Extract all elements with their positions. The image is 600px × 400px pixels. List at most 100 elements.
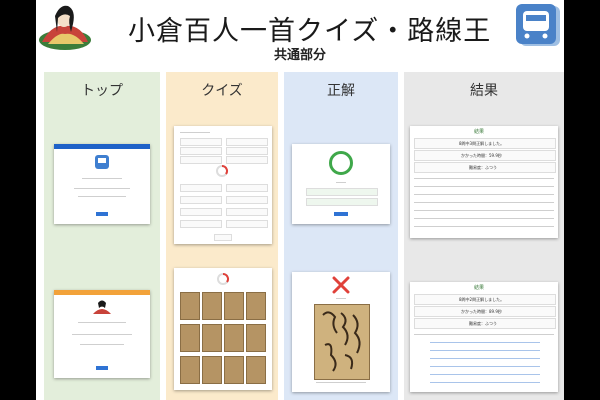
answer-choice[interactable] xyxy=(226,196,268,204)
column-answer: 正解 xyxy=(284,72,398,400)
result-screen-hyakunin: 結果 8問中2問正解しました。 かかった時間：89.9秒 難易度：ふつう xyxy=(410,282,558,392)
column-quiz: クイズ xyxy=(166,72,278,400)
slide: 小倉百人一首クイズ・路線王 共通部分 トップ クイズ 正解 結果 結果 8問中3… xyxy=(36,0,564,400)
table-row xyxy=(414,186,554,187)
answer-screen-correct xyxy=(292,144,390,224)
column-label-answer: 正解 xyxy=(327,83,355,99)
correct-answer-field xyxy=(306,198,378,206)
karuta-card-choice[interactable] xyxy=(224,324,244,352)
text-line xyxy=(336,182,346,183)
result-summary-row: かかった時間：59.9秒 xyxy=(414,150,556,161)
text-line xyxy=(74,188,130,189)
skip-button[interactable] xyxy=(214,234,232,241)
table-row xyxy=(414,226,554,227)
text-line xyxy=(78,322,126,323)
table-row xyxy=(430,366,540,367)
karuta-card-choice[interactable] xyxy=(224,356,244,384)
calligraphy-icon xyxy=(322,311,361,372)
table-row xyxy=(430,350,540,351)
text-line xyxy=(80,344,124,345)
karuta-card-choice[interactable] xyxy=(202,324,222,352)
column-label-quiz: クイズ xyxy=(201,83,243,99)
screen-header-bar xyxy=(54,144,150,149)
column-result: 結果 結果 8問中3問正解しました。 かかった時間：59.9秒 難易度：ふつう … xyxy=(404,72,564,400)
quiz-screen-hyakunin xyxy=(174,268,272,390)
text-line xyxy=(72,334,132,335)
answer-screen-wrong xyxy=(292,272,390,392)
karuta-card-choice[interactable] xyxy=(202,292,222,320)
karuta-card-choice[interactable] xyxy=(246,356,266,384)
answer-choice[interactable] xyxy=(180,147,222,155)
karuta-card-choice[interactable] xyxy=(224,292,244,320)
poet-portrait-icon xyxy=(93,300,111,314)
table-row xyxy=(430,342,540,343)
table-row xyxy=(414,202,554,203)
result-summary-row: 難易度：ふつう xyxy=(414,318,556,329)
page-title: 小倉百人一首クイズ・路線王 xyxy=(128,16,492,47)
next-button[interactable] xyxy=(334,212,348,216)
train-icon xyxy=(95,155,109,169)
top-screen-railway xyxy=(54,144,150,224)
answer-choice[interactable] xyxy=(226,156,268,164)
screen-header-bar xyxy=(54,290,150,295)
table-row xyxy=(414,194,554,195)
karuta-card-choice[interactable] xyxy=(202,356,222,384)
table-row xyxy=(414,210,554,211)
elapsed-time-text: かかった時間：89.9秒 xyxy=(461,309,502,314)
text-line xyxy=(336,298,346,299)
text-line xyxy=(180,132,210,133)
cross-icon xyxy=(332,276,350,294)
table-row xyxy=(414,218,554,219)
table-row xyxy=(430,358,540,359)
top-screen-hyakunin xyxy=(54,290,150,378)
result-summary-row: 8問中2問正解しました。 xyxy=(414,294,556,305)
result-heading: 結果 xyxy=(474,285,485,291)
karuta-card-choice[interactable] xyxy=(246,292,266,320)
quiz-screen-railway xyxy=(174,126,272,244)
table-row xyxy=(430,382,540,383)
answer-choice[interactable] xyxy=(226,184,268,192)
answer-choice[interactable] xyxy=(226,220,268,228)
difficulty-text: 難易度：ふつう xyxy=(469,165,497,170)
karuta-card-choice[interactable] xyxy=(180,292,200,320)
result-summary-row: かかった時間：89.9秒 xyxy=(414,306,556,317)
result-screen-railway: 結果 8問中3問正解しました。 かかった時間：59.9秒 難易度：ふつう xyxy=(410,126,558,238)
start-button[interactable] xyxy=(96,212,108,216)
page-subtitle: 共通部分 xyxy=(273,48,326,63)
column-top: トップ xyxy=(44,72,160,400)
answer-choice[interactable] xyxy=(180,156,222,164)
elapsed-time-text: かかった時間：59.9秒 xyxy=(461,153,502,158)
answer-choice[interactable] xyxy=(180,138,222,146)
text-line xyxy=(316,382,366,383)
answer-choice[interactable] xyxy=(180,208,222,216)
poet-portrait-logo xyxy=(39,5,91,50)
timer-ring-icon xyxy=(216,165,228,177)
difficulty-text: 難易度：ふつう xyxy=(469,321,497,326)
table-row xyxy=(430,374,540,375)
train-icon xyxy=(516,4,560,46)
answer-choice[interactable] xyxy=(226,147,268,155)
timer-ring-icon xyxy=(217,273,229,285)
column-label-top: トップ xyxy=(81,83,123,99)
result-summary-row: 8問中3問正解しました。 xyxy=(414,138,556,149)
answer-choice[interactable] xyxy=(180,220,222,228)
table-header xyxy=(414,334,554,335)
result-heading: 結果 xyxy=(474,129,485,135)
karuta-card-image xyxy=(314,304,370,380)
correct-answer-field xyxy=(306,188,378,196)
correct-count-text: 8問中2問正解しました。 xyxy=(459,297,505,302)
answer-choice[interactable] xyxy=(226,208,268,216)
text-line xyxy=(82,178,122,179)
table-header xyxy=(414,178,554,179)
answer-choice[interactable] xyxy=(226,138,268,146)
answer-choice[interactable] xyxy=(180,184,222,192)
correct-count-text: 8問中3問正解しました。 xyxy=(459,141,505,146)
check-circle-icon xyxy=(329,151,353,175)
result-summary-row: 難易度：ふつう xyxy=(414,162,556,173)
start-button[interactable] xyxy=(96,366,108,370)
karuta-card-choice[interactable] xyxy=(246,324,266,352)
karuta-card-choice[interactable] xyxy=(180,324,200,352)
answer-choice[interactable] xyxy=(180,196,222,204)
text-line xyxy=(78,196,126,197)
karuta-card-choice[interactable] xyxy=(180,356,200,384)
